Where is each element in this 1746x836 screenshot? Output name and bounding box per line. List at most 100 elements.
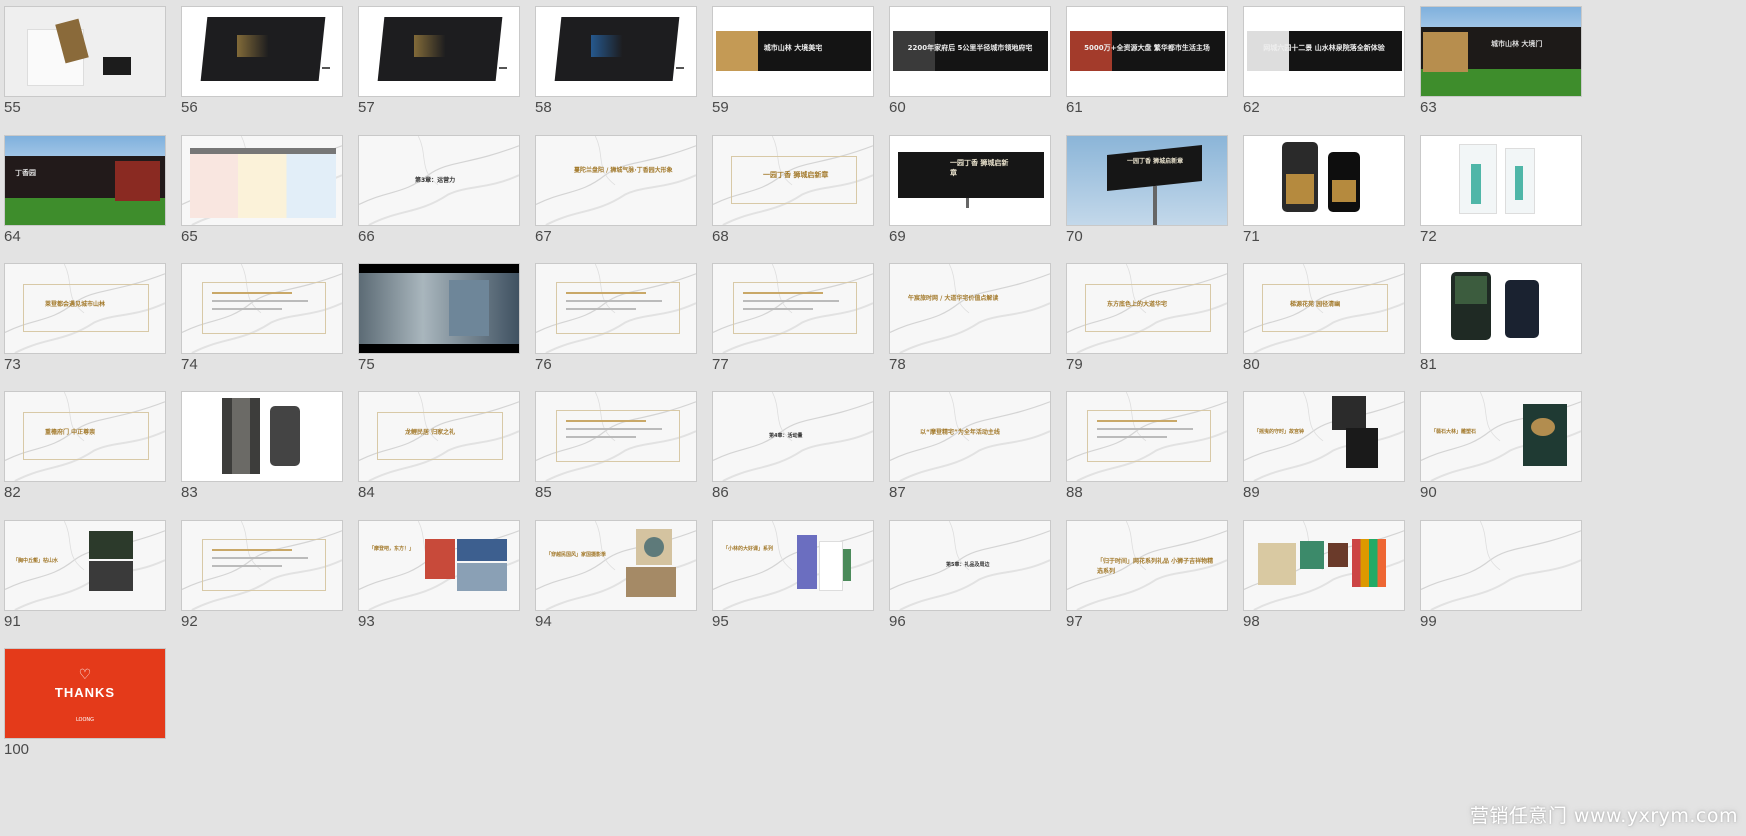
slide-thumbnail[interactable]: 城市山林 大境门 [1420,6,1582,97]
slide-title: 蔓陀兰盘阳 / 狮城气脉·丁香园大形象 [574,167,673,174]
watermark-text: 营销任意门 www.yxrym.com [1469,805,1738,827]
slide-thumbnail[interactable]: 龙鲤民居 归家之礼 [358,391,520,482]
slide-thumbnail[interactable]: 第4章：活动量 [712,391,874,482]
slide-title: 第3章：运营力 [415,177,456,184]
slide-number: 63 [1420,99,1437,116]
slide-thumbnail[interactable] [535,263,697,354]
slide-thumbnail[interactable] [535,391,697,482]
slide-number: 75 [358,356,375,373]
slide-number: 57 [358,99,375,116]
slide-number: 76 [535,356,552,373]
slide-number: 72 [1420,228,1437,245]
slide-number: 87 [889,484,906,501]
thanks-title: THANKS [54,685,116,700]
slide-thumbnail[interactable] [1420,135,1582,226]
slide-thumbnail[interactable] [181,520,343,611]
slide-thumbnail[interactable]: 以“摩登精宅”为全年活动主线 [889,391,1051,482]
slide-thumbnail[interactable] [358,263,520,354]
slide-title: 「小林的大好课」系列 [723,546,774,552]
slide-thumbnail[interactable]: 网城六园十二景 山水林泉院落全新体验 [1243,6,1405,97]
slide-number: 65 [181,228,198,245]
slide-number: 100 [4,741,30,758]
slide-thumbnail[interactable] [181,135,343,226]
slide-thumbnail[interactable] [1243,135,1405,226]
slide-title: 网城六园十二景 山水林泉院落全新体验 [1263,44,1385,52]
slide-thumbnail[interactable]: 第3章：运营力 [358,135,520,226]
slide-thumbnail[interactable]: 「小林的大好课」系列 [712,520,874,611]
slide-title: 梯源花苑 园径清幽 [1290,301,1341,308]
slide-number: 66 [358,228,375,245]
slide-number: 79 [1066,356,1083,373]
slide-thumbnail[interactable] [181,391,343,482]
slide-title: 「归于时间」网花系列礼品 小狮子吉祥物精选系列 [1097,558,1214,575]
slide-number: 78 [889,356,906,373]
slide-thumbnail[interactable]: 莱登都会遇见城市山林 [4,263,166,354]
slide-number: 77 [712,356,729,373]
slide-title: 重檐府门 中正尊崇 [45,429,96,436]
slide-number: 83 [181,484,198,501]
slide-thumbnail[interactable]: 5000万+全资源大盘 繁华都市生活主场 [1066,6,1228,97]
slide-number: 98 [1243,613,1260,630]
slide-thumbnail[interactable]: 「穿越民国风」家国摄影季 [535,520,697,611]
slide-thumbnail[interactable]: 蔓陀兰盘阳 / 狮城气脉·丁香园大形象 [535,135,697,226]
slide-thumbnail[interactable]: 一园丁香 狮城启新章 [712,135,874,226]
slide-number: 73 [4,356,21,373]
slide-title: 城市山林 大境美宅 [763,44,823,52]
slide-thumbnail[interactable]: 「摇曳的守时」故宫钟 [1243,391,1405,482]
slide-thumbnail[interactable]: 午宸旅时网 / 大道华宅价值点解读 [889,263,1051,354]
slide-thumbnail[interactable]: 「胸中丘壑」枯山水 [4,520,166,611]
slide-thumbnail[interactable] [1420,520,1582,611]
slide-title: 城市山林 大境门 [1491,40,1543,48]
slide-thumbnail[interactable] [181,6,343,97]
slide-number: 59 [712,99,729,116]
slide-thumbnail[interactable]: 「翡石大林」雕塑石 [1420,391,1582,482]
slide-thumbnail[interactable]: 东方底色上的大道华宅 [1066,263,1228,354]
slide-thumbnail[interactable]: 「归于时间」网花系列礼品 小狮子吉祥物精选系列 [1066,520,1228,611]
slide-thumbnail[interactable]: 梯源花苑 园径清幽 [1243,263,1405,354]
thanks-logo-text: LOONG [75,717,95,723]
slide-thumbnail[interactable]: 第5章：礼品及周边 [889,520,1051,611]
slide-title: 龙鲤民居 归家之礼 [405,429,456,436]
slide-number: 84 [358,484,375,501]
slide-number: 82 [4,484,21,501]
slide-number: 56 [181,99,198,116]
slide-thumbnail[interactable]: ♡ THANKS LOONG [4,648,166,739]
slide-thumbnail[interactable]: 城市山林 大境美宅 [712,6,874,97]
slide-thumbnail[interactable] [712,263,874,354]
slide-number: 64 [4,228,21,245]
slide-thumbnail[interactable] [1243,520,1405,611]
slide-number: 96 [889,613,906,630]
slide-title: 第5章：礼品及周边 [946,562,990,568]
slide-title: 以“摩登精宅”为全年活动主线 [920,429,1000,436]
slide-title: 第4章：活动量 [769,433,803,439]
slide-number: 58 [535,99,552,116]
slide-number: 99 [1420,613,1437,630]
slide-thumbnail[interactable]: 一园丁香 狮城启新章 [889,135,1051,226]
slide-title: 莱登都会遇见城市山林 [45,301,106,308]
slide-number: 80 [1243,356,1260,373]
slide-thumbnail[interactable] [181,263,343,354]
slide-thumbnail[interactable]: 重檐府门 中正尊崇 [4,391,166,482]
slide-thumbnail[interactable] [4,6,166,97]
slide-thumbnail[interactable]: 2200年家府后 5公里半径城市领地府宅 [889,6,1051,97]
slide-number: 97 [1066,613,1083,630]
slide-number: 68 [712,228,729,245]
slide-number: 94 [535,613,552,630]
slide-title: 2200年家府后 5公里半径城市领地府宅 [907,44,1033,52]
slide-number: 81 [1420,356,1437,373]
slide-thumbnail[interactable]: 一园丁香 狮城启新章 [1066,135,1228,226]
slide-thumbnail[interactable]: 「摩登吧，东方！」 [358,520,520,611]
slide-number: 92 [181,613,198,630]
slide-number: 86 [712,484,729,501]
slide-thumbnail[interactable] [358,6,520,97]
slide-title: 「摇曳的守时」故宫钟 [1254,429,1305,435]
slide-title: 东方底色上的大道华宅 [1107,301,1168,308]
slide-thumbnail[interactable] [1420,263,1582,354]
slide-title: 一园丁香 狮城启新章 [1127,158,1184,165]
slide-title: 5000万+全资源大盘 繁华都市生活主场 [1084,44,1210,52]
slide-title: 午宸旅时网 / 大道华宅价值点解读 [908,295,999,302]
slide-thumbnail[interactable] [1066,391,1228,482]
slide-thumbnail[interactable]: 丁香园 [4,135,166,226]
slide-thumbnail[interactable] [535,6,697,97]
slide-title: 丁香园 [15,169,36,177]
